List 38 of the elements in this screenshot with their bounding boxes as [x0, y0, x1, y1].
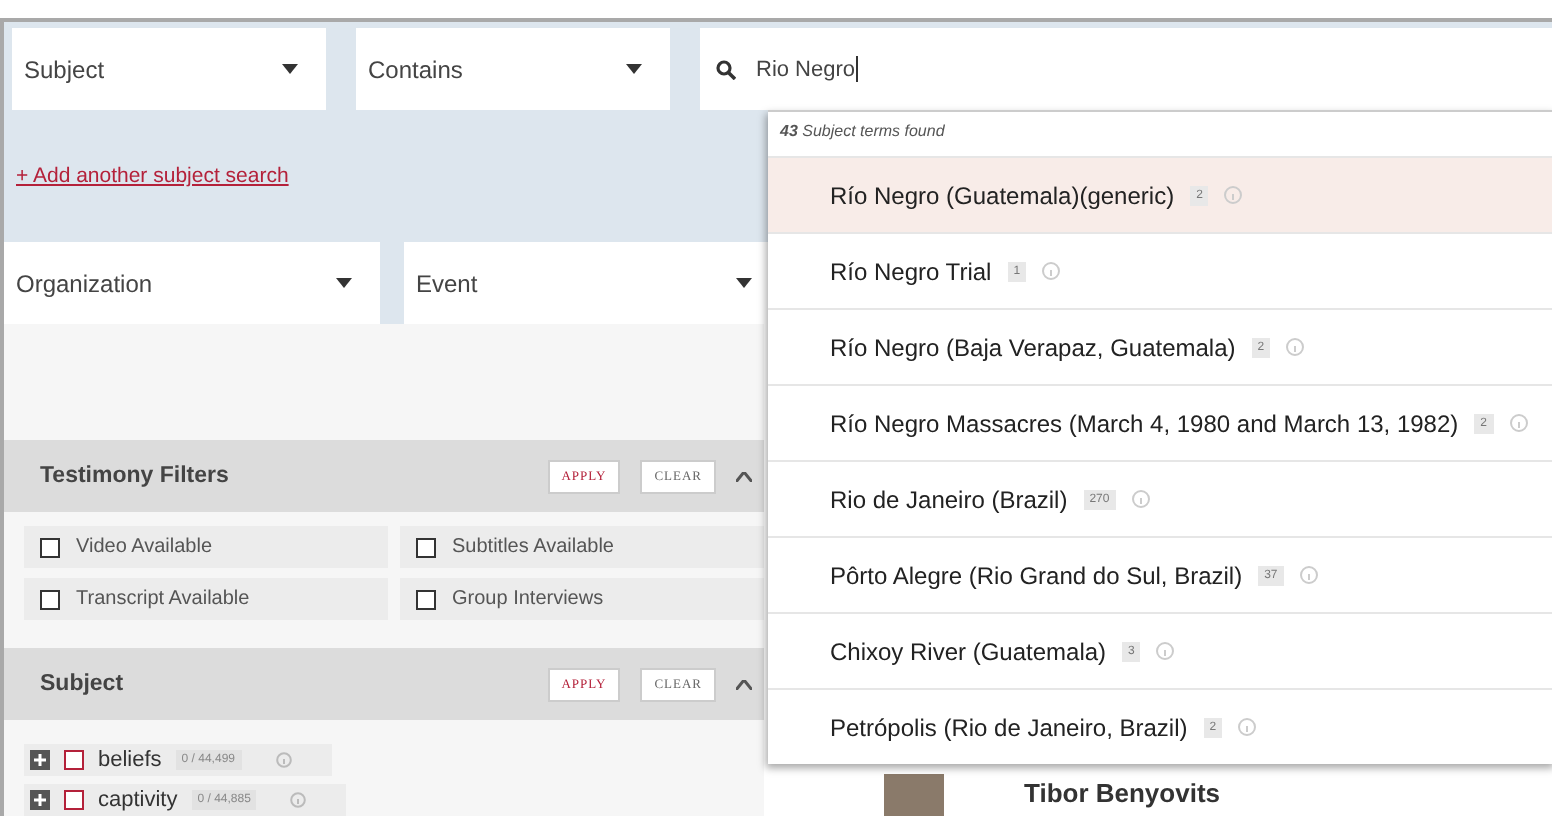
option-label: Subtitles Available [452, 536, 614, 558]
suggestion-label: Río Negro (Guatemala)(generic) [830, 181, 1175, 209]
suggestion-label: Rio de Janeiro (Brazil) [830, 485, 1068, 513]
expand-icon[interactable] [30, 750, 50, 770]
suggestion-label: Río Negro Massacres (March 4, 1980 and March 13, 1982) [830, 409, 1459, 437]
checkbox[interactable] [416, 537, 436, 557]
search-icon [716, 59, 736, 79]
checkbox[interactable] [64, 750, 84, 770]
option-label: Group Interviews [452, 588, 604, 610]
caret-icon [736, 278, 752, 288]
suggestion-label: Pôrto Alegre (Rio Grand do Sul, Brazil) [830, 561, 1243, 589]
result-name[interactable]: Tibor Benyovits [1024, 774, 1221, 808]
option-label: Transcript Available [76, 588, 250, 610]
caret-icon [282, 64, 298, 74]
caret-icon [336, 278, 352, 288]
term-label: captivity [98, 788, 178, 812]
photo-placeholder [884, 774, 944, 816]
option-label: Video Available [76, 536, 213, 558]
search-field[interactable]: Rio Negro [700, 28, 1552, 110]
expand-icon[interactable] [30, 790, 50, 810]
add-search-link[interactable]: + Add another subject search [12, 110, 289, 242]
checkbox[interactable] [40, 537, 60, 557]
field-dropdown[interactable]: Subject [12, 28, 326, 110]
term-label: beliefs [98, 748, 162, 772]
suggestion-label: Petrópolis (Rio de Janeiro, Brazil) [830, 713, 1188, 741]
operator-dropdown[interactable]: Contains [356, 28, 670, 110]
section-title: Testimony Filters [40, 464, 231, 488]
suggestion-label: Chixoy River (Guatemala) [830, 637, 1107, 665]
filter-dropdown[interactable]: Organization [4, 242, 380, 324]
suggestion-label: Río Negro Trial [830, 257, 992, 285]
chevron-up-icon[interactable] [736, 471, 752, 481]
section-title: Subject [40, 672, 126, 696]
checkbox[interactable] [40, 589, 60, 609]
checkbox[interactable] [416, 589, 436, 609]
checkbox[interactable] [64, 790, 84, 810]
chevron-up-icon[interactable] [736, 679, 752, 689]
suggestion-label: Río Negro (Baja Verapaz, Guatemala) [830, 333, 1236, 361]
caret-icon [626, 64, 642, 74]
